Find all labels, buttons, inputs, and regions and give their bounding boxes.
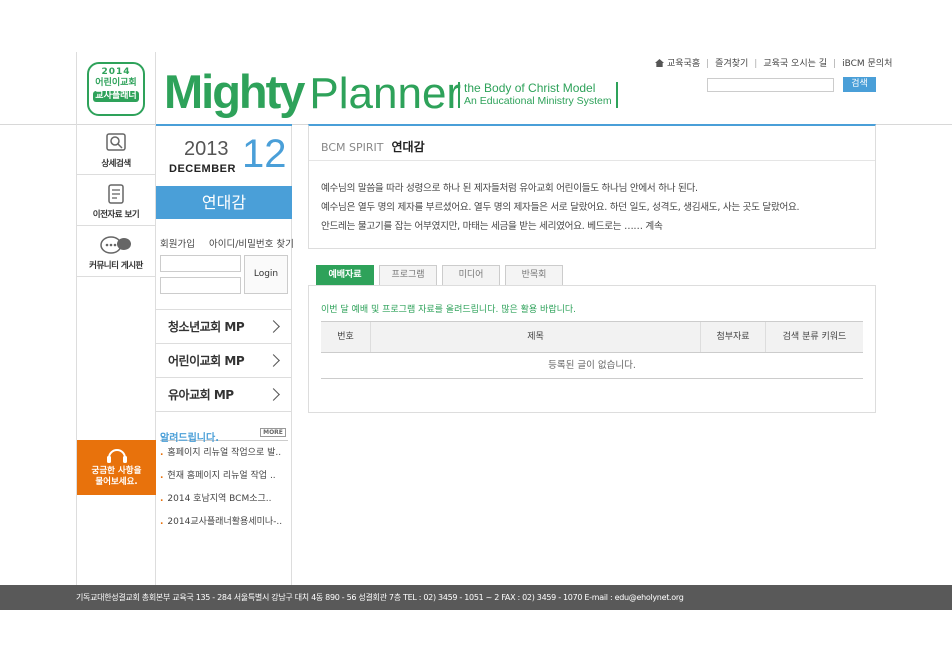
qna-line1: 궁금한 사항을 (91, 466, 142, 476)
qna-line2: 물어보세요. (95, 477, 138, 487)
site-logo[interactable]: Mighty Planner (164, 64, 461, 119)
planner-badge-logo[interactable]: 2014 어린이교회 교사플래너 (76, 52, 156, 124)
tab-media[interactable]: 미디어 (442, 265, 500, 286)
logo-planner: Planner (309, 69, 462, 118)
chevron-right-icon (267, 354, 280, 367)
mp-menu: 청소년교회 MP 어린이교회 MP 유아교회 MP (156, 309, 292, 412)
date-month: DECEMBER (169, 163, 236, 175)
tab-class[interactable]: 반목회 (505, 265, 563, 286)
badge-line1: 어린이교회 (95, 78, 137, 88)
column-header-title: 제목 (371, 322, 701, 352)
login-button[interactable]: Login (244, 255, 288, 294)
chevron-right-icon (267, 320, 280, 333)
badge-frame: 2014 어린이교회 교사플래너 (87, 62, 145, 116)
logo-sub-line1: the Body of Christ Model (464, 81, 596, 95)
top-nav: 교육국홈 | 즐겨찾기 | 교육국 오시는 길 | iBCM 문의처 (655, 56, 892, 69)
tab-program[interactable]: 프로그램 (379, 265, 437, 286)
column-header-number: 번호 (321, 322, 371, 352)
left-quick-menu: 상세검색 이전자료 보기 커뮤니티 게시판 궁금한 사항을 물어보세요. (76, 124, 156, 585)
badge-year: 2014 (101, 67, 131, 77)
side-panel: 2013 DECEMBER 12 연대감 회원가입 아이디/비밀번호 찾기 Log… (156, 124, 294, 585)
quick-menu-community[interactable]: 커뮤니티 게시판 (77, 226, 155, 277)
join-link[interactable]: 회원가입 (160, 239, 195, 250)
date-display: 2013 DECEMBER 12 (156, 124, 292, 186)
nav-separator: | (833, 59, 837, 69)
spirit-line[interactable]: 안드레는 물고기를 잡는 어부였지만, 마태는 세금을 받는 세리였어요. 베드… (321, 217, 871, 236)
speech-bubble-icon (100, 236, 131, 254)
spirit-body: 예수님의 말씀을 따라 성령으로 하나 된 제자들처럼 유아교회 어린이들도 하… (321, 179, 871, 236)
notice-more-button[interactable]: MORE (260, 428, 286, 437)
nav-separator: | (706, 59, 710, 69)
logo-mighty: Mighty (164, 65, 305, 118)
mp-menu-label: 유아교회 MP (168, 388, 234, 402)
headset-icon (106, 449, 127, 463)
spirit-line: 예수님의 말씀을 따라 성령으로 하나 된 제자들처럼 유아교회 어린이들도 하… (321, 183, 698, 194)
login-id-field[interactable] (160, 255, 241, 272)
chevron-right-icon (267, 388, 280, 401)
nav-separator: | (754, 59, 758, 69)
column-header-attachment: 첨부자료 (701, 322, 766, 352)
login-password-field[interactable] (160, 277, 241, 294)
search-button[interactable]: 검색 (843, 77, 876, 92)
quick-menu-archive[interactable]: 이전자료 보기 (77, 175, 155, 226)
spirit-line: 예수님은 열두 명의 제자를 부르셨어요. 열두 명의 제자들은 서로 달랐어요… (321, 202, 800, 213)
badge-line2: 교사플래너 (93, 91, 139, 102)
tab-worship[interactable]: 예배자료 (316, 265, 374, 286)
find-account-link[interactable]: 아이디/비밀번호 찾기 (209, 239, 294, 250)
table-empty-message: 등록된 글이 없습니다. (321, 353, 863, 379)
notice-item[interactable]: 2014교사플래너활용세미나-.. (160, 515, 282, 538)
spirit-heading: BCM SPIRIT 연대감 (321, 138, 425, 155)
quick-menu-label: 상세검색 (101, 159, 131, 169)
resource-table: 번호 제목 첨부자료 검색 분류 키워드 등록된 글이 없습니다. (321, 321, 863, 379)
mp-menu-children[interactable]: 어린이교회 MP (156, 344, 292, 378)
home-icon (655, 59, 664, 67)
nav-contact-link[interactable]: iBCM 문의처 (842, 59, 892, 69)
notice-item[interactable]: 2014 호남지역 BCM소그.. (160, 492, 282, 515)
table-header: 번호 제목 첨부자료 검색 분류 키워드 (321, 321, 863, 353)
nav-directions-link[interactable]: 교육국 오시는 길 (763, 59, 827, 69)
search-input[interactable] (707, 78, 834, 92)
nav-home-link[interactable]: 교육국홈 (667, 59, 700, 69)
notice-list: 홈페이지 리뉴얼 작업으로 발.. 현재 홈페이지 리뉴얼 작업 .. 2014… (160, 446, 282, 538)
notice-title: 알려드립니다. (160, 433, 219, 444)
mp-menu-kindergarten[interactable]: 유아교회 MP (156, 378, 292, 412)
login-links: 회원가입 아이디/비밀번호 찾기 (160, 236, 294, 250)
qna-banner[interactable]: 궁금한 사항을 물어보세요. (77, 440, 156, 495)
date-day: 12 (242, 132, 287, 176)
mp-menu-label: 청소년교회 MP (168, 320, 245, 334)
spirit-title: 연대감 (391, 140, 425, 154)
column-header-keyword: 검색 분류 키워드 (782, 332, 847, 342)
resource-panel: 이번 달 예배 및 프로그램 자료를 올려드립니다. 많은 활용 바랍니다. 번… (308, 285, 876, 413)
notice-header: 알려드립니다. MORE (160, 426, 288, 444)
footer-address: 기독교대한성결교회 총회본부 교육국 135 - 284 서울특별시 강남구 대… (76, 593, 684, 602)
date-year: 2013 (184, 138, 229, 160)
mp-menu-label: 어린이교회 MP (168, 354, 245, 368)
notice-item[interactable]: 현재 홈페이지 리뉴얼 작업 .. (160, 469, 282, 492)
resource-description: 이번 달 예배 및 프로그램 자료를 올려드립니다. 많은 활용 바랍니다. (321, 305, 577, 315)
mp-menu-youth[interactable]: 청소년교회 MP (156, 310, 292, 344)
magnifier-doc-icon (106, 133, 126, 151)
nav-bookmark-link[interactable]: 즐겨찾기 (715, 59, 748, 69)
spirit-label: BCM SPIRIT (321, 141, 384, 154)
monthly-theme: 연대감 (156, 186, 292, 219)
logo-subtitle: the Body of Christ Model An Educational … (458, 82, 618, 108)
notice-item[interactable]: 홈페이지 리뉴얼 작업으로 발.. (160, 446, 282, 469)
bcm-spirit-panel: BCM SPIRIT 연대감 예수님의 말씀을 따라 성령으로 하나 된 제자들처… (308, 124, 876, 249)
document-list-icon (108, 184, 124, 204)
quick-menu-label: 이전자료 보기 (92, 210, 140, 220)
quick-menu-detail-search[interactable]: 상세검색 (77, 124, 155, 175)
spirit-divider (309, 160, 875, 161)
logo-sub-line2: An Educational Ministry System (464, 95, 612, 107)
quick-menu-label: 커뮤니티 게시판 (89, 261, 143, 271)
footer: 기독교대한성결교회 총회본부 교육국 135 - 284 서울특별시 강남구 대… (0, 585, 952, 610)
